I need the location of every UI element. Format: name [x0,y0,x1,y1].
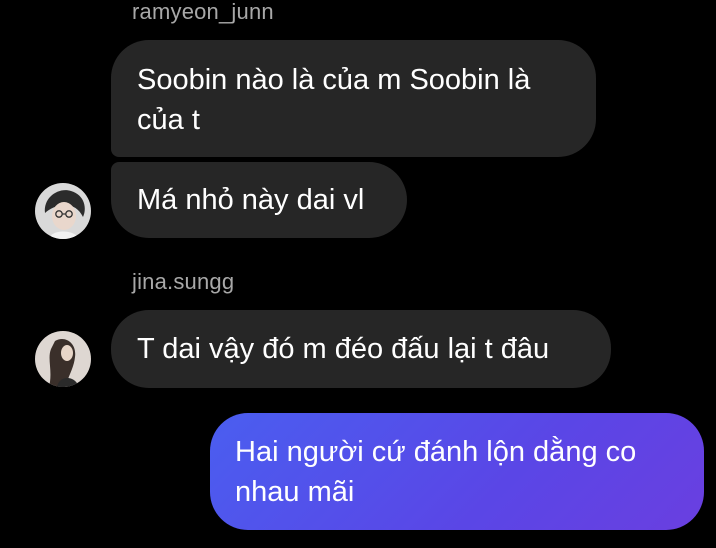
message-text: Soobin nào là của m Soobin là của t [137,64,531,136]
sender-name: jina.sungg [132,269,235,294]
message-text: Má nhỏ này dai vl [137,184,365,216]
message-text: Hai người cứ đánh lộn dằng co nhau mãi [235,436,637,508]
avatar[interactable] [35,331,91,387]
outgoing-message-bubble[interactable]: Hai người cứ đánh lộn dằng co nhau mãi [210,413,704,530]
user-avatar-photo [35,331,91,387]
sender-name: ramyeon_junn [132,0,274,24]
message-bubble[interactable]: Má nhỏ này dai vl [111,162,407,238]
avatar[interactable] [35,183,91,239]
message-bubble[interactable]: Soobin nào là của m Soobin là của t [111,40,596,157]
message-bubble[interactable]: T dai vậy đó m đéo đấu lại t đâu [111,310,611,388]
message-text: T dai vậy đó m đéo đấu lại t đâu [137,333,550,365]
user-avatar-photo [35,183,91,239]
chat-thread[interactable]: ramyeon_junn Soobin nào là của m Soobin … [0,0,716,548]
